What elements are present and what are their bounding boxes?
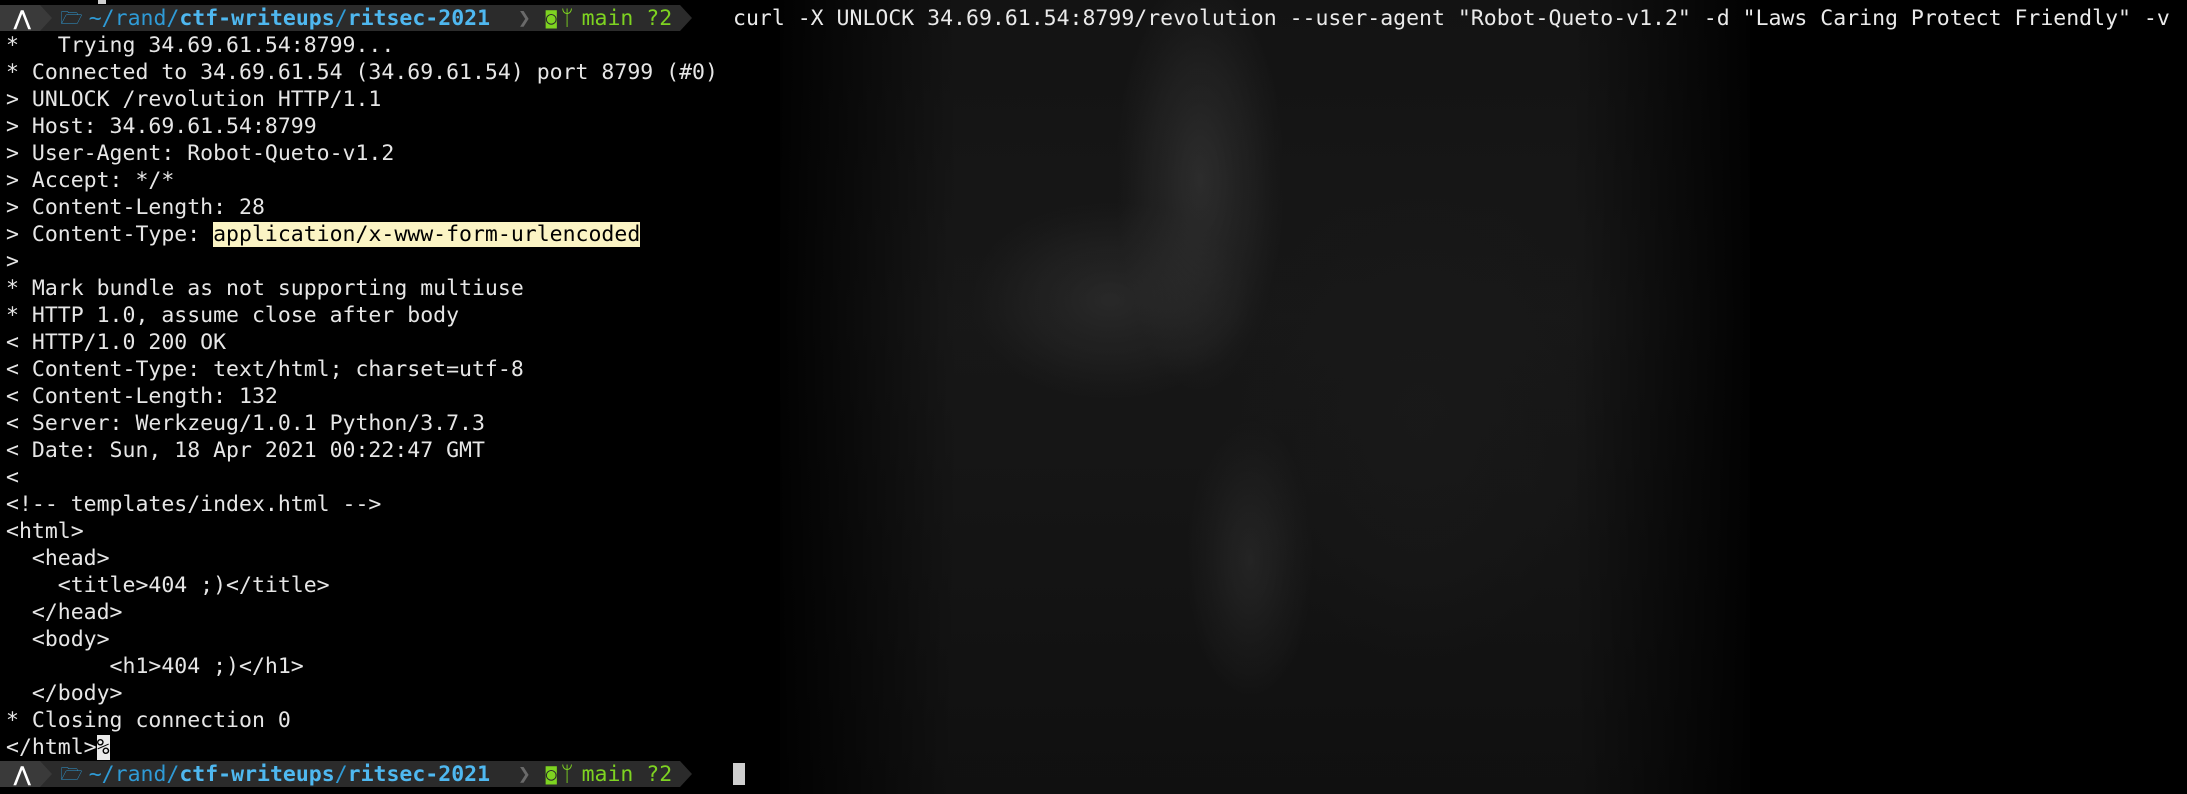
output-line: <body> [6,627,110,652]
output-line: <html> [6,519,84,544]
output-line: < HTTP/1.0 200 OK [6,330,227,355]
branch-icon: ᛘ [560,5,574,31]
prompt-end-arrow [680,5,693,31]
git-status: ?2 [646,5,673,31]
path-prefix: ~/rand/ [88,761,180,787]
output-line: <!-- templates/index.html --> [6,492,382,517]
last-output-line: </html>% [6,734,110,761]
output-line: <head> [6,546,110,571]
terminal-window[interactable]: ⋀ 🗁 ~/rand/ ctf-writeups / ritsec-2021 ❯… [0,0,2187,794]
prompt-separator [40,761,53,787]
prompt-path-segment: 🗁 ~/rand/ ctf-writeups / ritsec-2021 ❯ ◙… [52,761,681,787]
git-branch: main [581,761,634,787]
git-branch: main [581,5,634,31]
path-dir-ritsec: ritsec-2021 [347,5,491,31]
terminal-cursor[interactable] [733,763,745,785]
path-prefix: ~/rand/ [88,5,180,31]
shell-prompt-current: ⋀ 🗁 ~/rand/ ctf-writeups / ritsec-2021 ❯… [0,761,693,787]
command-text: curl -X UNLOCK 34.69.61.54:8799/revoluti… [733,6,2170,31]
arch-linux-icon: ⋀ [14,761,31,786]
output-line: > User-Agent: Robot-Queto-v1.2 [6,141,395,166]
folder-icon: 🗁 [60,7,83,29]
shell-prompt: ⋀ 🗁 ~/rand/ ctf-writeups / ritsec-2021 ❯… [0,5,693,31]
path-dir-ctf: ctf-writeups [179,5,335,31]
path-dir-ritsec: ritsec-2021 [347,761,491,787]
git-status: ?2 [646,761,673,787]
html-close-tag: </html> [6,735,97,760]
prompt-end-arrow [680,761,693,787]
scroll-marker [98,0,106,4]
no-newline-mark: % [96,735,110,760]
path-separator: / [334,5,348,31]
output-line: > Content-Length: 28 [6,195,265,220]
output-line: </body> [6,681,123,706]
output-line: < Server: Werkzeug/1.0.1 Python/3.7.3 [6,411,485,436]
arch-linux-icon: ⋀ [14,5,31,30]
prompt-thin-separator: ❯ [492,761,544,787]
output-line: * Closing connection 0 [6,708,291,733]
prompt-path-segment: 🗁 ~/rand/ ctf-writeups / ritsec-2021 ❯ ◙… [52,5,681,31]
output-line: * Mark bundle as not supporting multiuse [6,276,524,301]
output-line: > Host: 34.69.61.54:8799 [6,114,317,139]
prompt-os-segment: ⋀ [0,761,41,787]
output-line: <title>404 ;)</title> [6,573,330,598]
content-type-prefix: > Content-Type: [6,222,214,247]
output-line: * HTTP 1.0, assume close after body [6,303,460,328]
prompt-os-segment: ⋀ [0,5,41,31]
output-line: * Connected to 34.69.61.54 (34.69.61.54)… [6,60,718,85]
output-line: </head> [6,600,123,625]
prompt-separator [40,5,53,31]
prompt-thin-separator: ❯ [492,5,544,31]
selected-text-highlight[interactable]: application/x-www-form-urlencoded [213,222,641,247]
branch-icon: ᛘ [560,761,574,787]
output-line: < Content-Length: 132 [6,384,278,409]
output-line: * Trying 34.69.61.54:8799... [6,33,395,58]
content-type-line: > Content-Type: application/x-www-form-u… [6,221,641,248]
output-line: < [6,465,19,490]
output-line: > UNLOCK /revolution HTTP/1.1 [6,87,382,112]
git-icon: ◙ [545,7,557,29]
path-separator: / [334,761,348,787]
output-line: > Accept: */* [6,168,175,193]
output-line: < Date: Sun, 18 Apr 2021 00:22:47 GMT [6,438,485,463]
path-dir-ctf: ctf-writeups [179,761,335,787]
output-line: <h1>404 ;)</h1> [6,654,304,679]
output-line: < Content-Type: text/html; charset=utf-8 [6,357,524,382]
folder-icon: 🗁 [60,763,83,785]
output-line: > [6,249,19,274]
git-icon: ◙ [545,763,557,785]
